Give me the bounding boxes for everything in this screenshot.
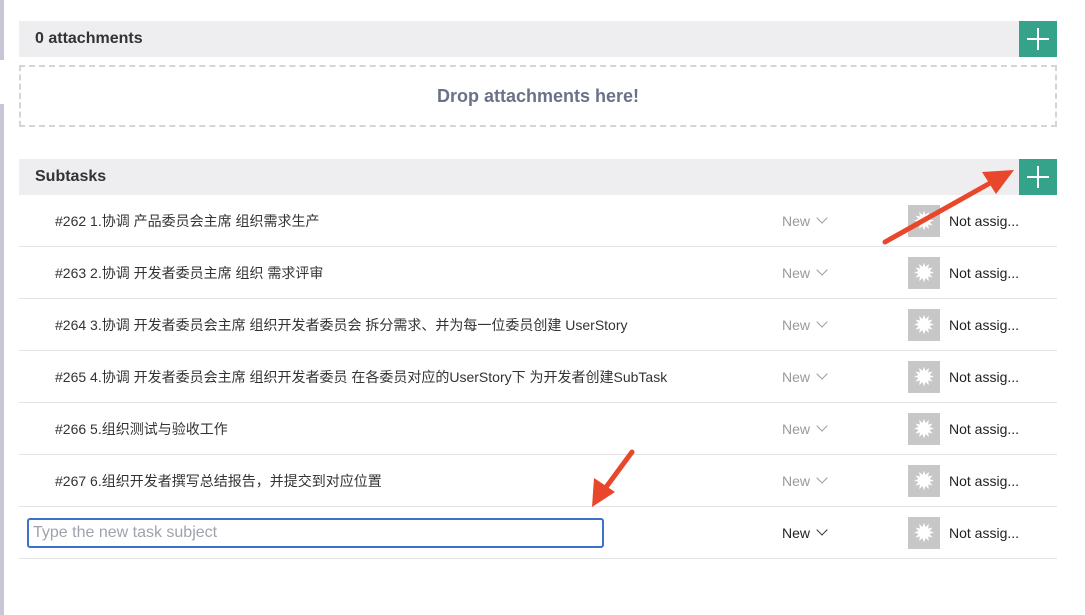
assignee-selector[interactable]: ✹ Not assig...	[908, 308, 1020, 341]
plus-icon	[1027, 28, 1049, 50]
new-task-row: New ✹ Not assig...	[19, 507, 1057, 559]
default-avatar-icon: ✹	[913, 309, 935, 340]
new-task-subject-input[interactable]	[27, 518, 604, 548]
chevron-down-icon	[816, 212, 828, 224]
assignee-name: Not assig...	[949, 316, 1020, 333]
chevron-down-icon	[816, 472, 828, 484]
attachments-section: 0 attachments Drop attachments here!	[19, 21, 1057, 127]
status-label: New	[782, 524, 811, 541]
avatar: ✹	[908, 464, 940, 497]
assignee-name: Not assig...	[949, 472, 1020, 489]
default-avatar-icon: ✹	[913, 205, 935, 236]
default-avatar-icon: ✹	[913, 257, 935, 288]
status-dropdown[interactable]: New	[782, 472, 828, 489]
subtask-subject-link[interactable]: #262 1.协调 产品委员会主席 组织需求生产	[55, 211, 320, 231]
status-label: New	[782, 264, 811, 281]
subtask-subject-link[interactable]: #267 6.组织开发者撰写总结报告，并提交到对应位置	[55, 471, 382, 491]
attachments-title: 0 attachments	[35, 30, 143, 47]
status-label: New	[782, 212, 811, 229]
assignee-selector[interactable]: ✹ Not assig...	[908, 412, 1020, 445]
avatar: ✹	[908, 256, 940, 289]
attachment-dropzone[interactable]: Drop attachments here!	[19, 65, 1057, 127]
avatar: ✹	[908, 516, 940, 549]
table-row: #264 3.协调 开发者委员会主席 组织开发者委员会 拆分需求、并为每一位委员…	[19, 299, 1057, 351]
table-row: #263 2.协调 开发者委员主席 组织 需求评审 New ✹ Not assi…	[19, 247, 1057, 299]
add-subtask-button[interactable]	[1019, 159, 1057, 195]
subtask-subject-link[interactable]: #264 3.协调 开发者委员会主席 组织开发者委员会 拆分需求、并为每一位委员…	[55, 315, 628, 335]
default-avatar-icon: ✹	[913, 517, 935, 548]
default-avatar-icon: ✹	[913, 465, 935, 496]
attachments-header: 0 attachments	[19, 21, 1057, 57]
default-avatar-icon: ✹	[913, 413, 935, 444]
status-dropdown[interactable]: New	[782, 368, 828, 385]
subtasks-section: Subtasks #262 1.协调 产品委员会主席 组织需求生产 New ✹ …	[19, 159, 1057, 559]
assignee-selector[interactable]: ✹ Not assig...	[908, 204, 1020, 237]
subtask-list: #262 1.协调 产品委员会主席 组织需求生产 New ✹ Not assig…	[19, 195, 1057, 559]
assignee-name: Not assig...	[949, 212, 1020, 229]
status-label: New	[782, 368, 811, 385]
new-task-assignee-selector[interactable]: ✹ Not assig...	[908, 516, 1020, 549]
avatar: ✹	[908, 360, 940, 393]
assignee-name: Not assig...	[949, 264, 1020, 281]
left-rail-gap	[0, 60, 4, 104]
chevron-down-icon	[816, 264, 828, 276]
table-row: #266 5.组织测试与验收工作 New ✹ Not assig...	[19, 403, 1057, 455]
table-row: #265 4.协调 开发者委员会主席 组织开发者委员 在各委员对应的UserSt…	[19, 351, 1057, 403]
assignee-name: Not assig...	[949, 524, 1020, 541]
new-task-status-dropdown[interactable]: New	[782, 524, 828, 541]
status-dropdown[interactable]: New	[782, 264, 828, 281]
subtasks-header: Subtasks	[19, 159, 1057, 195]
assignee-selector[interactable]: ✹ Not assig...	[908, 256, 1020, 289]
assignee-name: Not assig...	[949, 420, 1020, 437]
subtask-subject-link[interactable]: #265 4.协调 开发者委员会主席 组织开发者委员 在各委员对应的UserSt…	[55, 367, 667, 387]
chevron-down-icon	[816, 316, 828, 328]
status-label: New	[782, 472, 811, 489]
table-row: #262 1.协调 产品委员会主席 组织需求生产 New ✹ Not assig…	[19, 195, 1057, 247]
subtask-subject-link[interactable]: #263 2.协调 开发者委员主席 组织 需求评审	[55, 263, 323, 283]
assignee-selector[interactable]: ✹ Not assig...	[908, 360, 1020, 393]
status-dropdown[interactable]: New	[782, 316, 828, 333]
assignee-name: Not assig...	[949, 368, 1020, 385]
plus-icon	[1027, 166, 1049, 188]
avatar: ✹	[908, 204, 940, 237]
chevron-down-icon	[816, 368, 828, 380]
chevron-down-icon	[816, 524, 828, 536]
avatar: ✹	[908, 308, 940, 341]
avatar: ✹	[908, 412, 940, 445]
status-dropdown[interactable]: New	[782, 212, 828, 229]
add-attachment-button[interactable]	[1019, 21, 1057, 57]
subtask-subject-link[interactable]: #266 5.组织测试与验收工作	[55, 419, 228, 439]
status-label: New	[782, 316, 811, 333]
chevron-down-icon	[816, 420, 828, 432]
dropzone-text: Drop attachments here!	[436, 85, 640, 106]
subtasks-title: Subtasks	[35, 168, 107, 185]
status-dropdown[interactable]: New	[782, 420, 828, 437]
default-avatar-icon: ✹	[913, 361, 935, 392]
status-label: New	[782, 420, 811, 437]
table-row: #267 6.组织开发者撰写总结报告，并提交到对应位置 New ✹ Not as…	[19, 455, 1057, 507]
assignee-selector[interactable]: ✹ Not assig...	[908, 464, 1020, 497]
